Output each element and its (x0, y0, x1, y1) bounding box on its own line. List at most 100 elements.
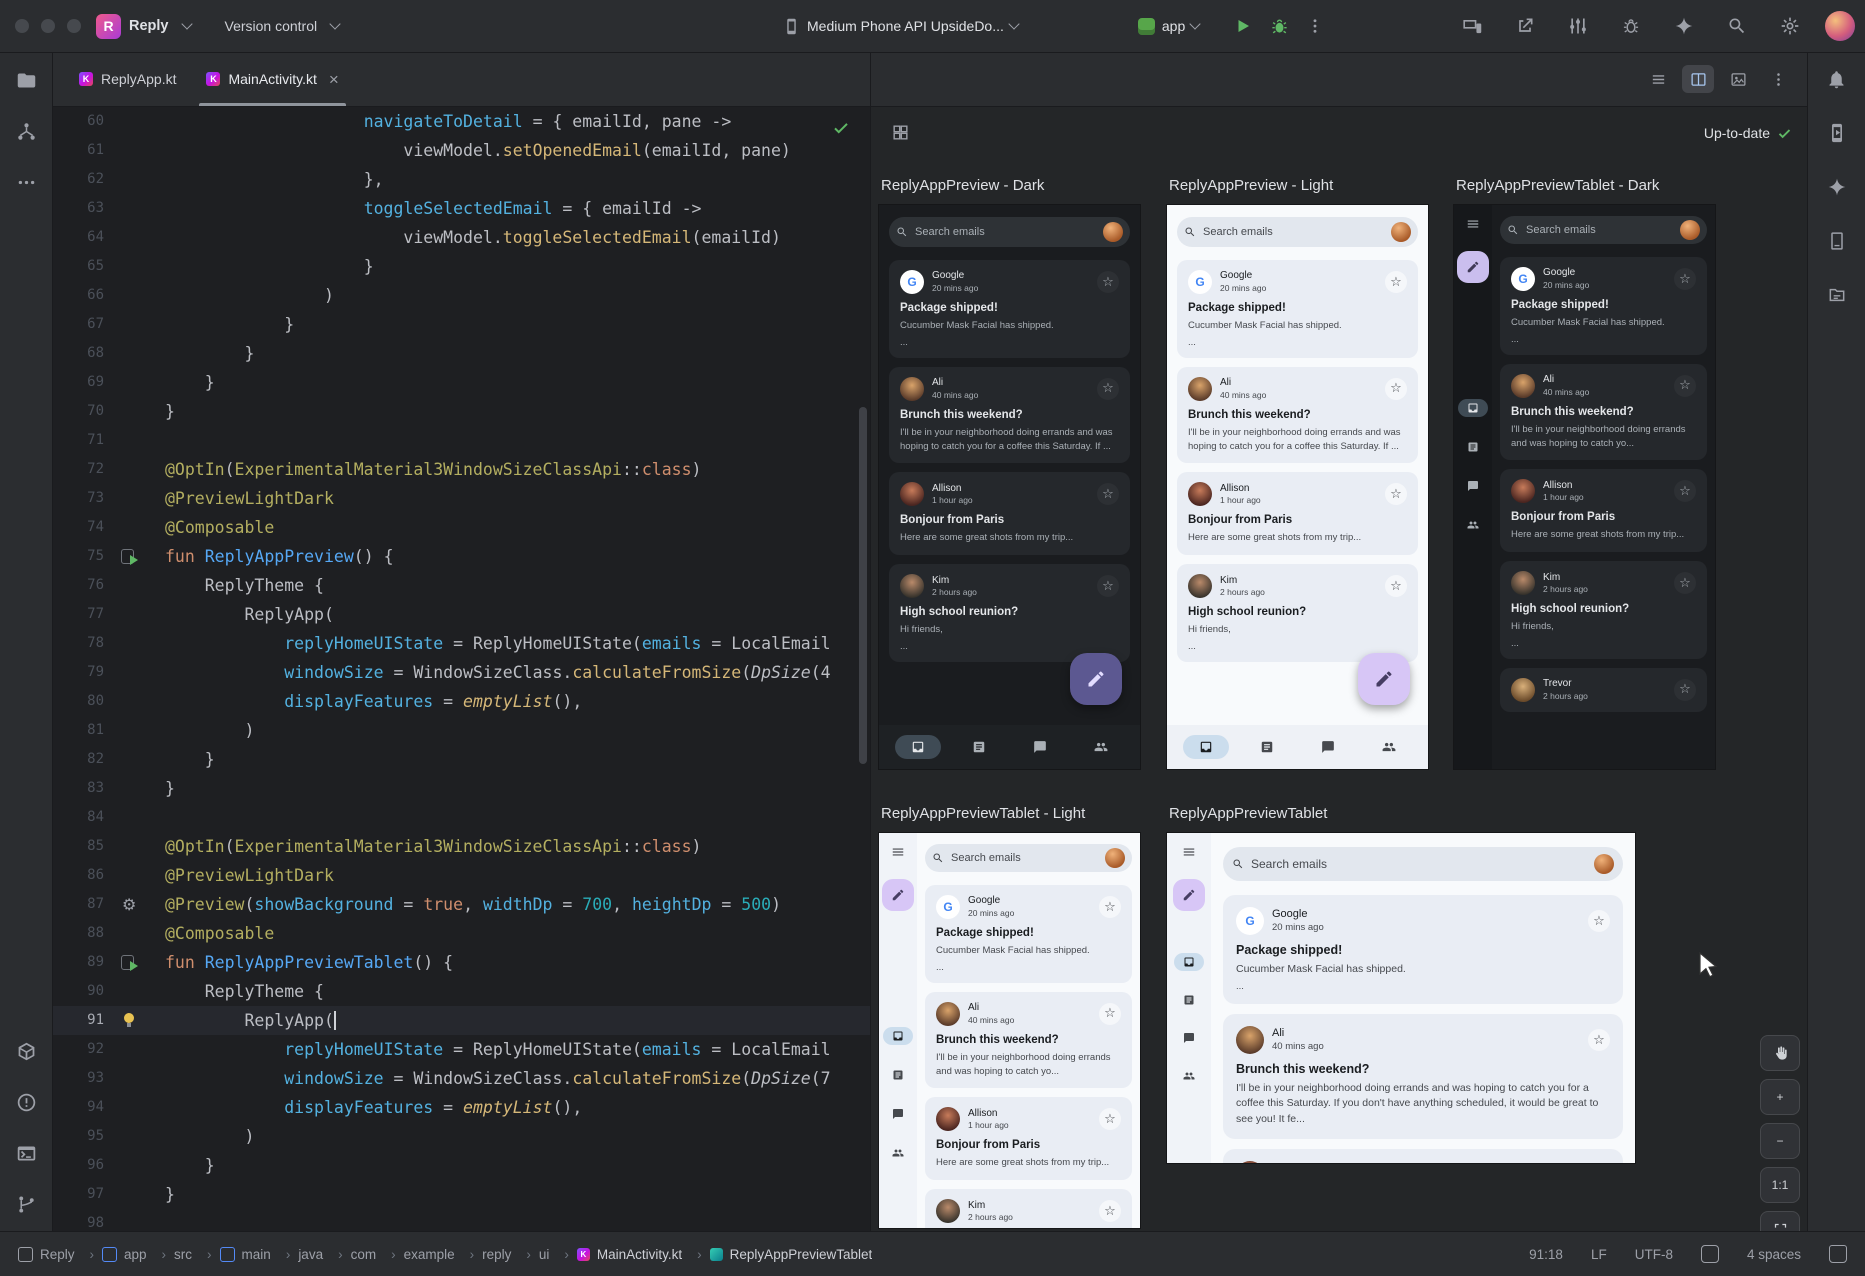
favorite-star-icon[interactable]: ☆ (1674, 480, 1696, 502)
run-gutter-icon[interactable] (118, 948, 148, 977)
email-card[interactable]: Allison 1 hour ago ☆ Bonjour from Paris … (925, 1097, 1132, 1180)
favorite-star-icon[interactable]: ☆ (1097, 483, 1119, 505)
compose-fab[interactable] (1173, 879, 1205, 911)
email-card[interactable]: Allison 1 hour ago ☆ Bonjour from Paris … (1500, 469, 1707, 552)
code-line[interactable]: 97} (52, 1180, 870, 1209)
code-line[interactable]: 94 displayFeatures = emptyList(), (52, 1093, 870, 1122)
close-window-icon[interactable] (15, 19, 29, 33)
code-line[interactable]: 80 displayFeatures = emptyList(), (52, 687, 870, 716)
nav-chat-icon[interactable] (1305, 735, 1351, 759)
nav-inbox-icon[interactable] (1183, 735, 1229, 759)
code-editor[interactable]: 60 navigateToDetail = { emailId, pane ->… (52, 107, 870, 1232)
code-line[interactable]: 73@PreviewLightDark (52, 484, 870, 513)
favorite-star-icon[interactable]: ☆ (1099, 1003, 1121, 1025)
code-line[interactable]: 62 }, (52, 165, 870, 194)
nav-articles-icon[interactable] (883, 1066, 913, 1084)
pan-tool-icon[interactable] (1760, 1035, 1800, 1071)
breadcrumb-item[interactable]: src › (174, 1247, 220, 1262)
nav-people-icon[interactable] (1458, 516, 1488, 534)
grid-layout-icon[interactable] (891, 123, 910, 142)
email-card[interactable]: Ali 40 mins ago ☆ Brunch this weekend? I… (1500, 364, 1707, 461)
code-line[interactable]: 81 ) (52, 716, 870, 745)
search-bar[interactable]: Search emails (1223, 847, 1623, 881)
bulb-gutter-icon[interactable] (118, 1006, 148, 1035)
breadcrumb-item[interactable]: ReplyAppPreviewTablet › (710, 1247, 873, 1262)
nav-inbox-icon[interactable] (883, 1027, 913, 1045)
email-card[interactable]: Google 20 mins ago ☆ Package shipped! Cu… (1177, 260, 1418, 358)
email-card[interactable]: Kim 2 hours ago ☆ High school reunion? H… (1177, 564, 1418, 662)
run-button[interactable] (1225, 8, 1261, 44)
code-line[interactable]: 98 (52, 1209, 870, 1232)
gemini-icon[interactable] (1825, 175, 1849, 199)
breadcrumb-item[interactable]: app › (102, 1247, 174, 1262)
favorite-star-icon[interactable]: ☆ (1097, 378, 1119, 400)
nav-inbox-icon[interactable] (1458, 399, 1488, 417)
code-line[interactable]: 64 viewModel.toggleSelectedEmail(emailId… (52, 223, 870, 252)
device-explorer-icon[interactable] (1825, 283, 1849, 307)
zoom-out-button[interactable]: − (1760, 1123, 1800, 1159)
build-icon[interactable] (14, 1039, 38, 1063)
search-bar[interactable]: Search emails (1177, 217, 1418, 247)
nav-chat-icon[interactable] (1174, 1029, 1204, 1047)
email-card[interactable]: Kim 2 hours ago ☆ High school reunion? H… (889, 564, 1130, 662)
preview-more-options[interactable] (1762, 65, 1794, 93)
search-icon[interactable] (1719, 8, 1755, 44)
editor-widget-icon[interactable] (1701, 1245, 1719, 1263)
preview-title[interactable]: ReplyAppPreviewTablet - Dark (1456, 177, 1715, 195)
preview-frame[interactable]: Search emails Google 20 mins ago ☆ Packa… (1167, 833, 1635, 1163)
more-tools-icon[interactable] (14, 170, 38, 194)
nav-inbox-icon[interactable] (895, 735, 941, 759)
code-line[interactable]: 66 ) (52, 281, 870, 310)
indent-setting[interactable]: 4 spaces (1747, 1247, 1801, 1262)
email-card[interactable]: Kim 2 hours ago ☆ High school reunion? H… (1500, 561, 1707, 659)
version-control-icon[interactable] (14, 1192, 38, 1216)
code-line[interactable]: 92 replyHomeUIState = ReplyHomeUIState(e… (52, 1035, 870, 1064)
email-card[interactable]: Ali 40 mins ago ☆ Brunch this weekend? I… (1223, 1014, 1623, 1139)
breadcrumb-item[interactable]: com › (351, 1247, 404, 1262)
zoom-window-icon[interactable] (67, 19, 81, 33)
email-card[interactable]: Allison 1 hour ago ☆ Bonjour from Paris … (1177, 472, 1418, 555)
breadcrumb-item[interactable]: Reply › (18, 1247, 102, 1262)
project-selector[interactable]: Reply (129, 18, 169, 34)
code-line[interactable]: 60 navigateToDetail = { emailId, pane -> (52, 107, 870, 136)
favorite-star-icon[interactable]: ☆ (1588, 910, 1610, 932)
line-separator[interactable]: LF (1591, 1247, 1607, 1262)
minimize-window-icon[interactable] (41, 19, 55, 33)
tab-replyapp[interactable]: K ReplyApp.kt (64, 52, 191, 106)
split-view-button[interactable] (1682, 65, 1714, 93)
nav-people-icon[interactable] (1174, 1067, 1204, 1085)
preview-title[interactable]: ReplyAppPreviewTablet (1169, 805, 1635, 823)
nav-chat-icon[interactable] (1458, 477, 1488, 495)
code-line[interactable]: 89fun ReplyAppPreviewTablet() { (52, 948, 870, 977)
breadcrumb-item[interactable]: ui › (539, 1247, 577, 1262)
code-line[interactable]: 96 } (52, 1151, 870, 1180)
file-encoding[interactable]: UTF-8 (1635, 1247, 1673, 1262)
window-controls[interactable] (15, 19, 81, 33)
zoom-to-fit-button[interactable] (1760, 1211, 1800, 1232)
favorite-star-icon[interactable]: ☆ (1385, 378, 1407, 400)
code-line[interactable]: 82 } (52, 745, 870, 774)
favorite-star-icon[interactable]: ☆ (1385, 575, 1407, 597)
code-line[interactable]: 91 ReplyApp( (52, 1006, 870, 1035)
favorite-star-icon[interactable]: ☆ (1385, 483, 1407, 505)
user-avatar[interactable] (1825, 11, 1855, 41)
preview-title[interactable]: ReplyAppPreview - Light (1169, 177, 1428, 195)
device-selector[interactable]: Medium Phone API UpsideDo... (807, 18, 1004, 34)
editor-scrollbar[interactable] (859, 407, 867, 764)
device-manager-icon[interactable] (1825, 229, 1849, 253)
favorite-star-icon[interactable]: ☆ (1099, 1200, 1121, 1222)
preview-frame[interactable]: Search emails Google 20 mins ago ☆ Packa… (1167, 205, 1428, 769)
zoom-in-button[interactable]: + (1760, 1079, 1800, 1115)
terminal-icon[interactable] (14, 1141, 38, 1165)
email-card[interactable]: Ali 40 mins ago ☆ Brunch this weekend? I… (889, 367, 1130, 464)
code-line[interactable]: 76 ReplyTheme { (52, 571, 870, 600)
menu-icon[interactable] (1466, 217, 1480, 231)
favorite-star-icon[interactable]: ☆ (1097, 271, 1119, 293)
profile-avatar[interactable] (1391, 222, 1411, 242)
nav-articles-icon[interactable] (1458, 438, 1488, 456)
favorite-star-icon[interactable]: ☆ (1674, 679, 1696, 701)
device-mirror-button[interactable] (1454, 8, 1490, 44)
code-line[interactable]: 72@OptIn(ExperimentalMaterial3WindowSize… (52, 455, 870, 484)
nav-chat-icon[interactable] (883, 1105, 913, 1123)
tab-mainactivity[interactable]: K MainActivity.kt × (191, 52, 353, 106)
